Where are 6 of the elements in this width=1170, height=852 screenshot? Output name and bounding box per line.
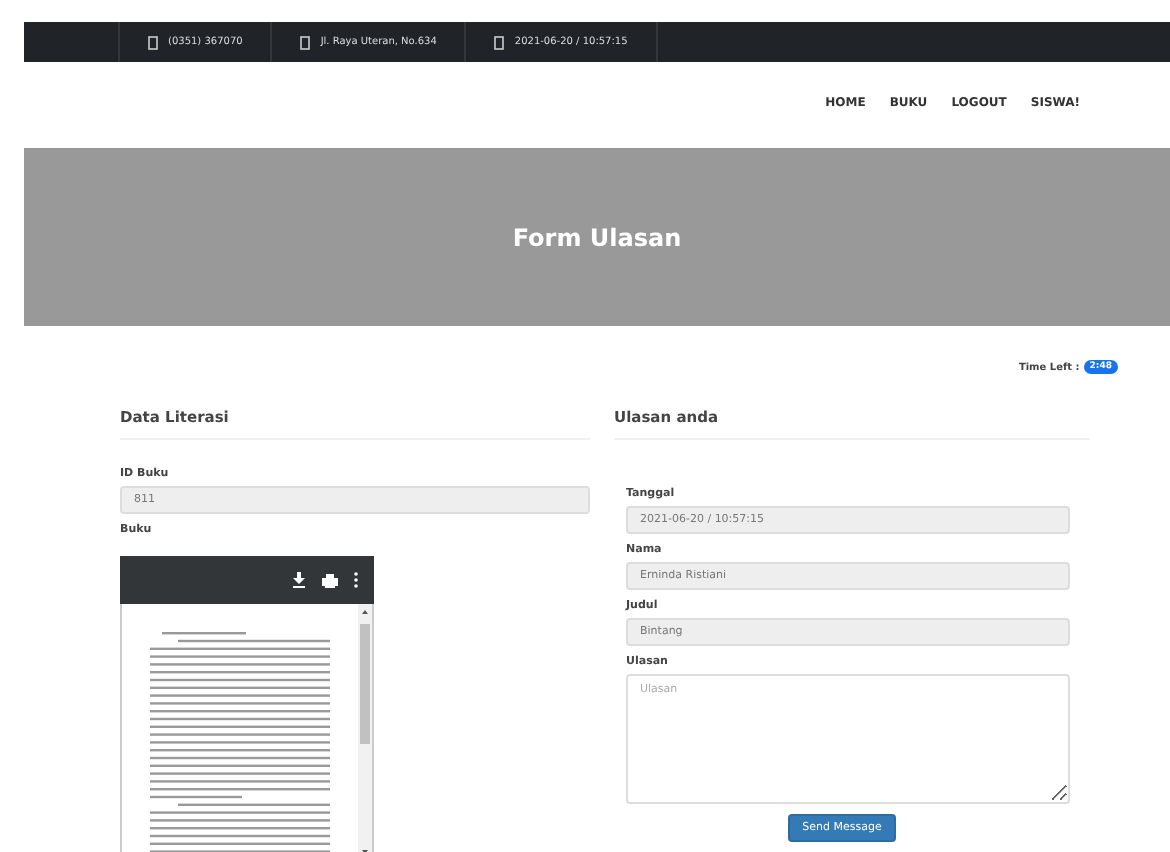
box-icon: [148, 35, 158, 49]
page-title: Form Ulasan: [512, 223, 682, 251]
print-icon: [322, 573, 338, 587]
download-icon: [292, 572, 306, 588]
box-icon: [300, 35, 311, 49]
box-icon: [494, 35, 505, 49]
